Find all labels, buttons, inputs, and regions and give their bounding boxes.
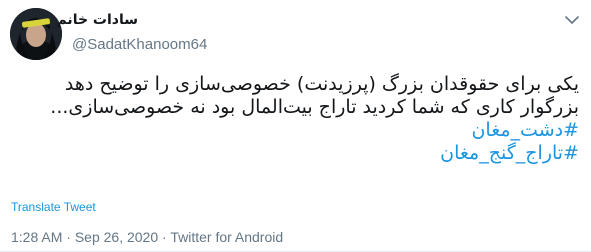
chevron-down-icon[interactable]: [563, 13, 581, 27]
tweet-text-line: یکی برای حقوقدان بزرگ (پرزیدنت) خصوصی‌سا…: [64, 73, 579, 95]
author-handle[interactable]: @SadatKhanoom64: [72, 36, 207, 53]
meta-separator: ·: [66, 229, 71, 245]
avatar[interactable]: [10, 8, 62, 60]
translate-tweet-link[interactable]: Translate Tweet: [11, 200, 96, 214]
tweet-date[interactable]: Sep 26, 2020: [75, 229, 158, 245]
tweet-time[interactable]: 1:28 AM: [11, 229, 62, 245]
hashtag-link[interactable]: #دشت_مغان: [19, 119, 579, 142]
tweet-card: سادات خانم @SadatKhanoom64 یکی برای حقوق…: [0, 0, 591, 252]
author-display-name[interactable]: سادات خانم: [56, 12, 138, 28]
tweet-text: یکی برای حقوقدان بزرگ (پرزیدنت) خصوصی‌سا…: [19, 73, 579, 165]
tweet-source[interactable]: Twitter for Android: [170, 229, 283, 245]
avatar-image: [10, 8, 62, 60]
hashtag-link[interactable]: #تاراج_گنج_مغان: [19, 142, 579, 165]
meta-separator: ·: [162, 229, 167, 245]
tweet-text-line: بزرگوار کاری که شما کردید تاراج بیت‌الما…: [50, 96, 579, 118]
tweet-meta: 1:28 AM · Sep 26, 2020 · Twitter for And…: [11, 229, 283, 245]
